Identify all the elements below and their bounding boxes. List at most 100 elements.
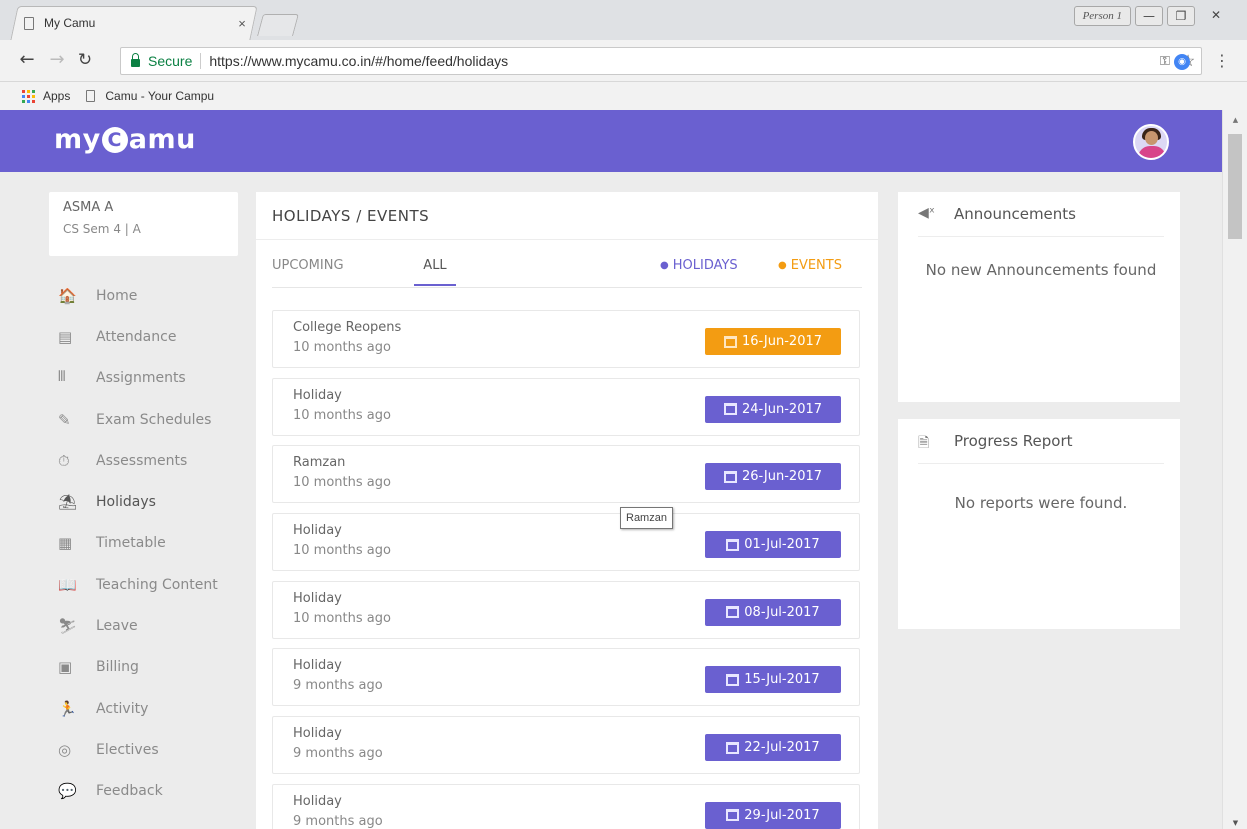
list-item[interactable]: College Reopens 10 months ago 16-Jun-2017 (272, 310, 860, 368)
attendance-icon: ▤ (58, 327, 73, 346)
date-badge[interactable]: 22-Jul-2017 (705, 734, 841, 762)
user-class: CS Sem 4 | A (63, 222, 141, 236)
date-badge[interactable]: 29-Jul-2017 (705, 801, 841, 829)
sidebar-item-label: Exam Schedules (96, 411, 212, 428)
legend-events[interactable]: ● EVENTS (778, 258, 842, 273)
holidays-icon: ⛱ (58, 493, 78, 512)
close-tab-icon[interactable]: × (230, 16, 254, 31)
date-badge[interactable]: 08-Jul-2017 (705, 598, 841, 626)
event-list: College Reopens 10 months ago 16-Jun-2017 H… (272, 310, 860, 829)
event-name: Holiday (293, 793, 342, 809)
filter-tabs: UPCOMING ALL ● HOLIDAYS ● EVENTS (272, 248, 862, 288)
date-badge[interactable]: 26-Jun-2017 (705, 463, 841, 491)
close-window-icon[interactable]: ✕ (1199, 6, 1233, 26)
legend-holidays[interactable]: ● HOLIDAYS (660, 258, 738, 273)
date-badge[interactable]: 15-Jul-2017 (705, 666, 841, 694)
avatar[interactable] (1133, 124, 1169, 160)
megaphone-icon: ◀ˣ (918, 205, 935, 221)
progress-report-header: 🗎 Progress Report (918, 432, 1164, 464)
event-name: College Reopens (293, 320, 402, 335)
calendar-icon (723, 403, 737, 416)
date-badge[interactable]: 01-Jul-2017 (705, 531, 841, 559)
scroll-thumb[interactable] (1228, 134, 1242, 239)
minimize-icon[interactable]: — (1135, 6, 1163, 26)
sidebar-item-assessments[interactable]: ⏱ Assessments (56, 440, 246, 481)
progress-report-card: 🗎 Progress Report No reports were found. (898, 419, 1180, 629)
bookmark-camu[interactable]: Camu - Your Campu (105, 89, 214, 103)
extension-icon[interactable]: ◉ (1174, 54, 1190, 70)
address-bar[interactable]: Secure https://www.mycamu.co.in/#/home/f… (120, 47, 1202, 75)
browser-tab-bar: My Camu × Person 1 — ❐ ✕ (0, 0, 1247, 40)
feedback-icon: 💬 (58, 782, 77, 801)
user-card: ASMA A CS Sem 4 | A (49, 192, 238, 256)
report-icon: 🗎 (918, 435, 930, 451)
bookmark-apps[interactable]: Apps (43, 89, 70, 103)
event-name: Holiday (293, 523, 342, 539)
list-item[interactable]: Ramzan 10 months ago 26-Jun-2017 (272, 445, 860, 504)
list-item[interactable]: Holiday 9 months ago 22-Jul-2017 (272, 716, 860, 775)
page-title: HOLIDAYS / EVENTS (272, 207, 430, 225)
assessments-icon: ⏱ (58, 451, 70, 470)
browser-tab-title: My Camu (44, 16, 96, 30)
list-item[interactable]: Holiday 9 months ago 15-Jul-2017 (272, 648, 860, 707)
activity-icon: 🏃 (58, 699, 77, 718)
forward-arrow-icon[interactable]: → (46, 48, 68, 72)
sidebar-item-timetable[interactable]: ▦ Timetable (56, 523, 246, 564)
mycamu-logo[interactable]: my Camu (54, 124, 196, 155)
browser-menu-icon[interactable]: ⋮ (1212, 49, 1232, 73)
event-name: Holiday (293, 590, 342, 606)
calendar-icon (726, 606, 740, 619)
sidebar-item-assignments[interactable]: 𝍫 Assignments (56, 358, 246, 399)
list-item[interactable]: Holiday 10 months ago 24-Jun-2017 (272, 377, 860, 436)
event-time: 9 months ago (293, 746, 383, 762)
browser-tab[interactable]: My Camu × (24, 6, 254, 40)
date-badge[interactable]: 24-Jun-2017 (705, 395, 841, 423)
event-time: 10 months ago (293, 407, 391, 423)
logo-mark: C (101, 126, 128, 153)
sidebar-item-home[interactable]: 🏠 Home (56, 275, 246, 316)
sidebar-item-attendance[interactable]: ▤ Attendance (56, 316, 246, 357)
sidebar-item-teaching-content[interactable]: 📖 Teaching Content (56, 564, 246, 605)
key-icon[interactable]: ⚿ (1155, 53, 1175, 69)
app-header: my Camu (0, 110, 1222, 172)
back-arrow-icon[interactable]: ← (16, 48, 38, 72)
sidebar-item-label: Billing (96, 659, 139, 676)
scroll-up-icon[interactable]: ▲ (1223, 116, 1247, 124)
active-tab-indicator (414, 284, 456, 286)
event-date: 15-Jul-2017 (744, 672, 820, 688)
tab-upcoming[interactable]: UPCOMING (272, 258, 344, 273)
sidebar-item-electives[interactable]: ◎ Electives (56, 729, 246, 770)
panel-header: HOLIDAYS / EVENTS (256, 192, 878, 240)
sidebar-item-label: Feedback (96, 783, 163, 800)
lock-icon (131, 53, 140, 67)
new-tab-button[interactable] (257, 14, 299, 36)
tab-all[interactable]: ALL (414, 258, 456, 273)
sidebar-item-leave[interactable]: ⛷ Leave (56, 605, 246, 646)
restore-icon[interactable]: ❐ (1167, 6, 1195, 26)
legend-holidays-label: HOLIDAYS (672, 258, 738, 273)
profile-button[interactable]: Person 1 (1073, 6, 1131, 26)
announcements-card: ◀ˣ Announcements No new Announcements fo… (898, 192, 1180, 402)
sidebar-item-feedback[interactable]: 💬 Feedback (56, 771, 246, 812)
list-item[interactable]: Holiday 10 months ago 08-Jul-2017 (272, 580, 860, 639)
sidebar-item-activity[interactable]: 🏃 Activity (56, 688, 246, 729)
reload-icon[interactable]: ↻ (74, 48, 96, 72)
sidebar-item-label: Electives (96, 741, 159, 758)
sidebar-item-billing[interactable]: ▣ Billing (56, 647, 246, 688)
page-scrollbar[interactable]: ▲ ▼ (1222, 110, 1247, 829)
event-time: 10 months ago (293, 610, 391, 626)
event-time: 10 months ago (293, 475, 391, 491)
event-name: Holiday (293, 726, 342, 742)
date-badge[interactable]: 16-Jun-2017 (705, 328, 841, 355)
list-item[interactable]: Holiday 9 months ago 29-Jul-2017 (272, 783, 860, 829)
list-item[interactable]: Holiday 10 months ago 01-Jul-2017 (272, 513, 860, 572)
calendar-icon (726, 809, 740, 822)
logo-text-pre: my (54, 124, 101, 155)
apps-grid-icon[interactable] (22, 89, 35, 103)
avatar-body (1138, 146, 1166, 158)
scroll-down-icon[interactable]: ▼ (1223, 819, 1247, 827)
sidebar-item-holidays[interactable]: ⛱ Holidays (56, 481, 246, 522)
sidebar-item-exam-schedules[interactable]: ✎ Exam Schedules (56, 399, 246, 440)
url-text[interactable]: https://www.mycamu.co.in/#/home/feed/hol… (209, 53, 1155, 69)
assignments-icon: 𝍫 (58, 366, 66, 385)
